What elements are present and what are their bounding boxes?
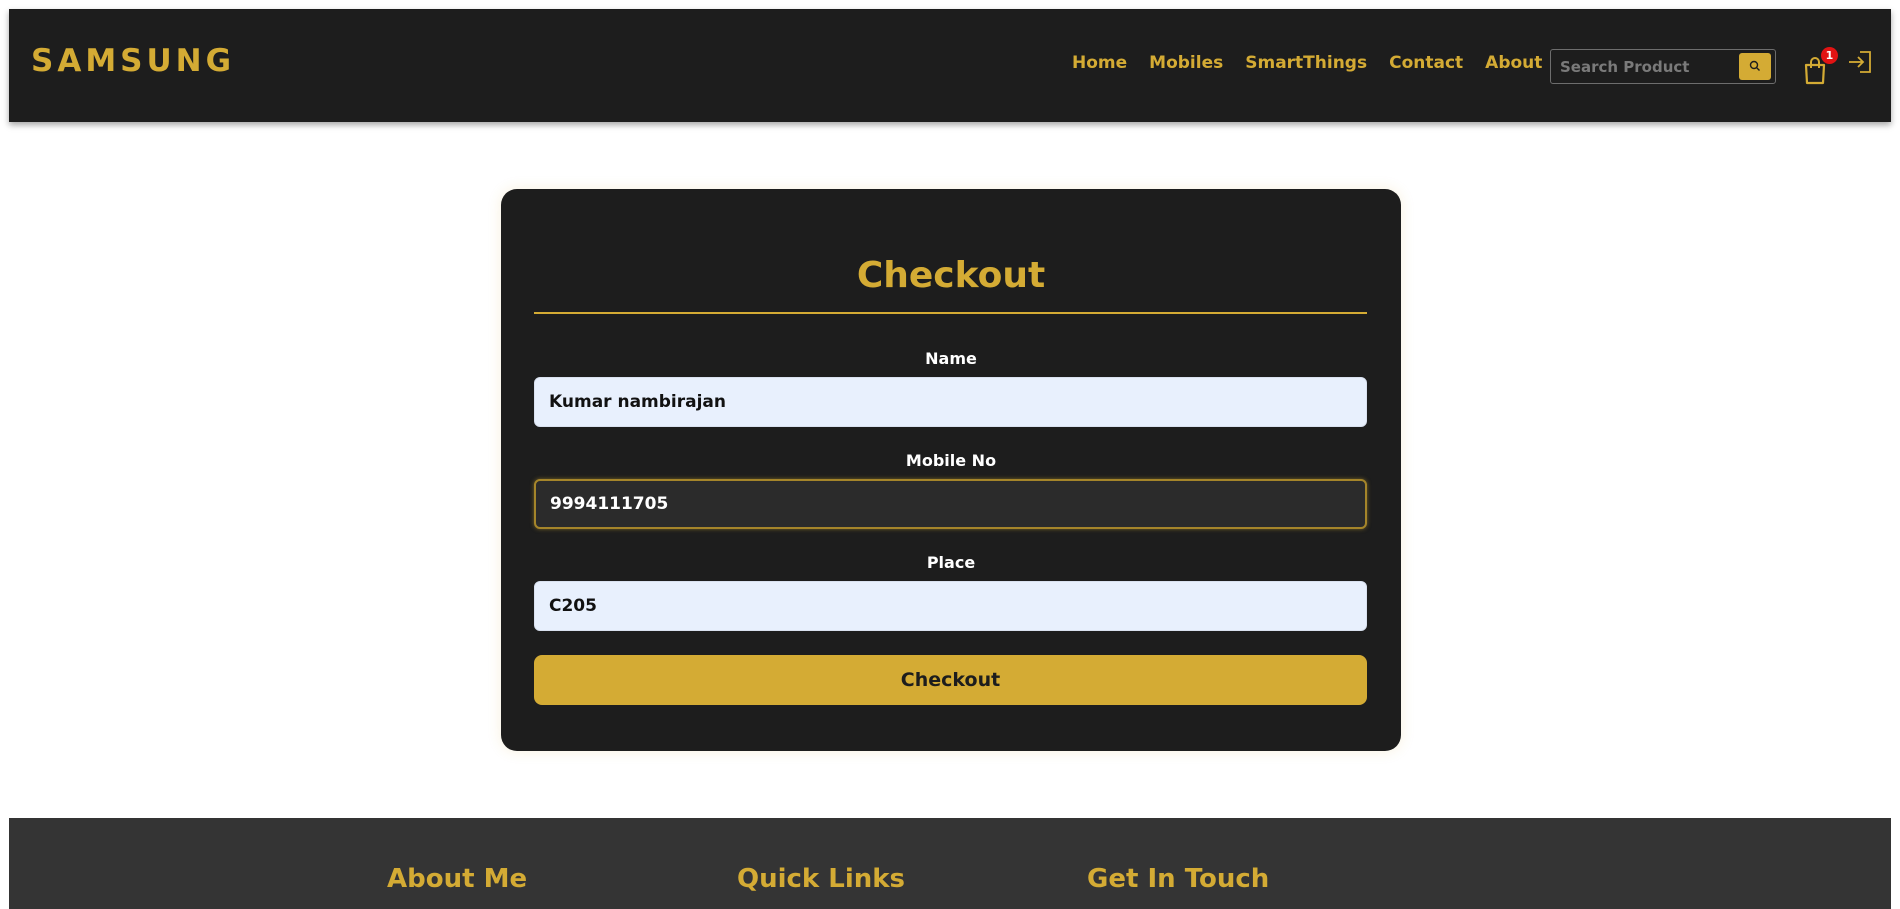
place-label: Place bbox=[926, 553, 976, 572]
mobile-field[interactable] bbox=[534, 479, 1367, 529]
name-field[interactable] bbox=[534, 377, 1367, 427]
search-input[interactable] bbox=[1560, 55, 1732, 79]
nav-home[interactable]: Home bbox=[1072, 53, 1127, 73]
login-button[interactable] bbox=[1847, 49, 1877, 79]
footer-heading-contact: Get In Touch bbox=[1087, 864, 1270, 894]
page: SAMSUNG Home Mobiles SmartThings Contact… bbox=[9, 9, 1891, 909]
brand-logo[interactable]: SAMSUNG bbox=[31, 43, 235, 79]
cart-count-badge: 1 bbox=[1821, 47, 1838, 64]
footer-heading-about: About Me bbox=[387, 864, 528, 894]
search-icon bbox=[1749, 60, 1760, 71]
name-label: Name bbox=[925, 349, 977, 368]
place-field[interactable] bbox=[534, 581, 1367, 631]
main-nav: Home Mobiles SmartThings Contact About bbox=[1072, 53, 1542, 73]
checkout-button[interactable]: Checkout bbox=[534, 655, 1367, 705]
mobile-label: Mobile No bbox=[905, 451, 997, 470]
search-button[interactable] bbox=[1739, 53, 1771, 80]
login-icon bbox=[1849, 51, 1871, 73]
footer-heading-quick-links: Quick Links bbox=[737, 864, 906, 894]
site-header: SAMSUNG Home Mobiles SmartThings Contact… bbox=[9, 9, 1891, 122]
title-divider bbox=[534, 312, 1367, 314]
search-bar bbox=[1550, 49, 1776, 84]
site-footer: About Me Quick Links Get In Touch bbox=[9, 818, 1891, 909]
checkout-title: Checkout bbox=[856, 255, 1046, 296]
checkout-card: Checkout Name Mobile No Place Checkout bbox=[501, 189, 1401, 751]
cart-button[interactable]: 1 bbox=[1801, 47, 1838, 89]
nav-contact[interactable]: Contact bbox=[1389, 53, 1463, 73]
nav-about[interactable]: About bbox=[1485, 53, 1542, 73]
nav-smartthings[interactable]: SmartThings bbox=[1245, 53, 1367, 73]
nav-mobiles[interactable]: Mobiles bbox=[1149, 53, 1223, 73]
